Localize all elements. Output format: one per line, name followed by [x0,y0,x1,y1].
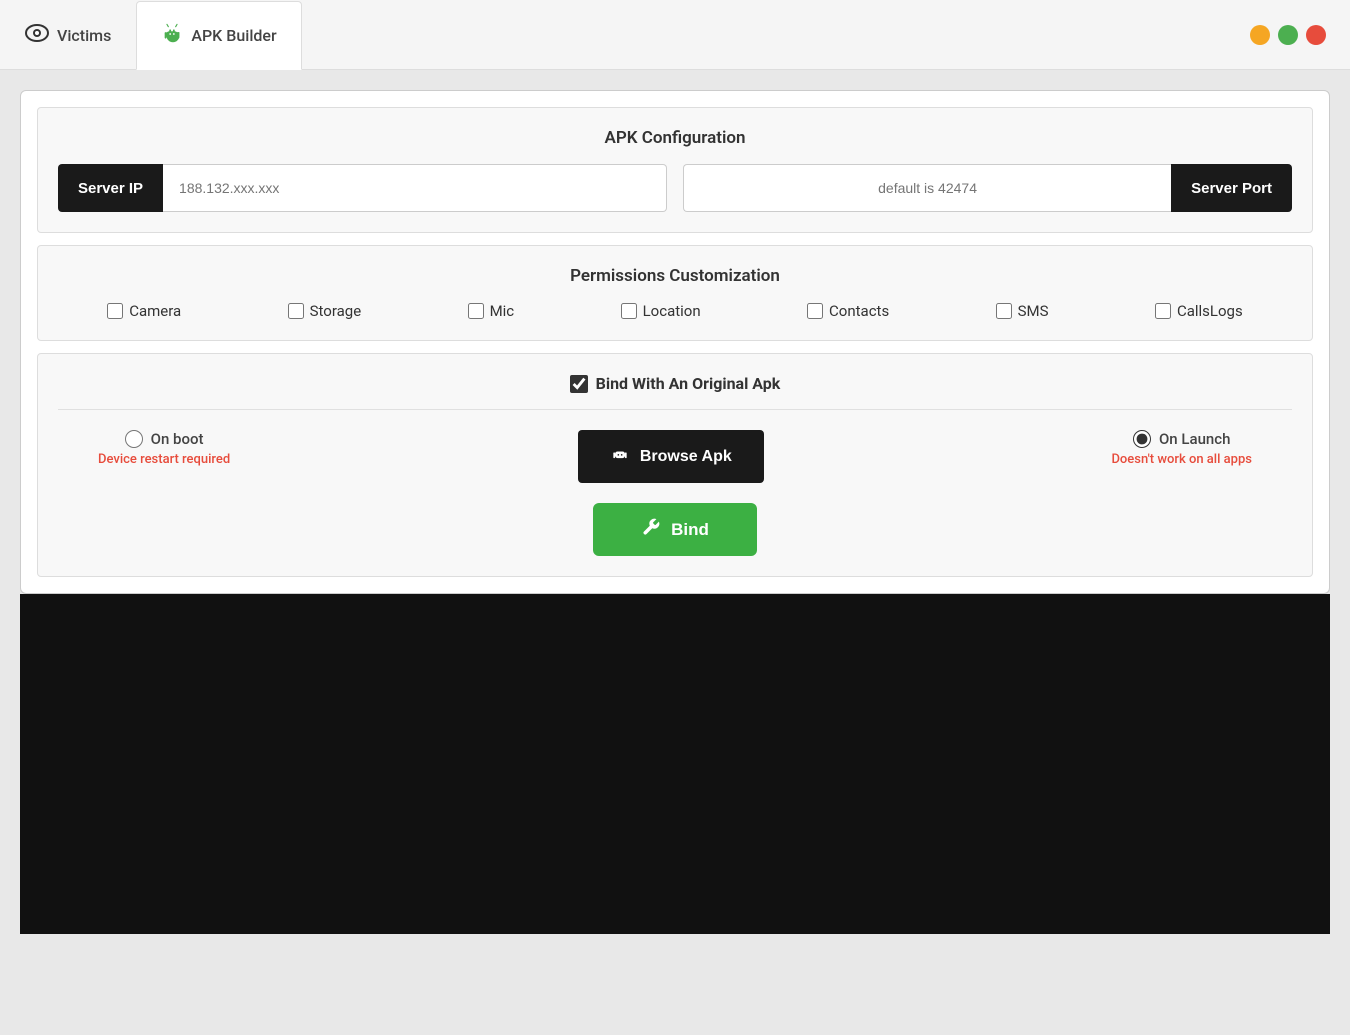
perm-storage[interactable]: Storage [288,302,362,320]
permissions-row: Camera Storage Mic Location Contacts [58,302,1292,320]
perm-camera[interactable]: Camera [107,302,181,320]
perm-callslogs[interactable]: CallsLogs [1155,302,1243,320]
on-launch-note: Doesn't work on all apps [1111,452,1252,467]
tab-apk-builder[interactable]: APK Builder [136,1,301,70]
bind-btn-label: Bind [671,520,709,540]
bind-options-row: On boot Device restart required [58,430,1292,483]
sms-checkbox[interactable] [996,303,1012,319]
mic-checkbox[interactable] [468,303,484,319]
contacts-checkbox[interactable] [807,303,823,319]
tab-apk-builder-label: APK Builder [191,26,276,45]
bind-title-text: Bind With An Original Apk [596,374,781,393]
bind-on-launch-option: On Launch Doesn't work on all apps [1111,430,1252,467]
maximize-button[interactable] [1278,25,1298,45]
server-ip-group: Server IP [58,164,667,212]
server-port-button[interactable]: Server Port [1171,164,1292,212]
bottom-terminal-area [20,594,1330,934]
storage-label: Storage [310,302,362,320]
browse-apk-button[interactable]: Browse Apk [578,430,764,483]
window-controls [1250,0,1350,69]
bind-btn-row: Bind [58,503,1292,556]
location-label: Location [643,302,701,320]
camera-checkbox[interactable] [107,303,123,319]
browse-android-icon [610,444,630,469]
on-boot-label: On boot [151,430,204,448]
location-checkbox[interactable] [621,303,637,319]
server-ip-button[interactable]: Server IP [58,164,163,212]
bind-checkbox[interactable] [570,375,588,393]
wrench-icon [641,517,661,542]
bind-on-boot-top: On boot [125,430,204,448]
contacts-label: Contacts [829,302,889,320]
server-ip-input[interactable] [163,164,667,212]
bind-on-boot-option: On boot Device restart required [98,430,230,467]
outer-card: APK Configuration Server IP Server Port … [20,90,1330,594]
minimize-button[interactable] [1250,25,1270,45]
android-icon [161,23,183,49]
on-boot-radio[interactable] [125,430,143,448]
apk-config-section: APK Configuration Server IP Server Port [37,107,1313,233]
bind-title-row: Bind With An Original Apk [58,374,1292,410]
on-launch-radio[interactable] [1133,430,1151,448]
mic-label: Mic [490,302,515,320]
permissions-section: Permissions Customization Camera Storage… [37,245,1313,341]
eye-icon [25,24,49,46]
bind-on-launch-top: On Launch [1133,430,1230,448]
on-boot-note: Device restart required [98,452,230,467]
bind-section: Bind With An Original Apk On boot Device… [37,353,1313,577]
storage-checkbox[interactable] [288,303,304,319]
tab-victims-label: Victims [57,26,111,45]
server-inputs-wrapper: Server IP Server Port [58,164,1292,212]
permissions-title: Permissions Customization [58,266,1292,286]
main-content: APK Configuration Server IP Server Port … [0,70,1350,1035]
perm-mic[interactable]: Mic [468,302,515,320]
perm-contacts[interactable]: Contacts [807,302,889,320]
callslogs-checkbox[interactable] [1155,303,1171,319]
perm-sms[interactable]: SMS [996,302,1049,320]
browse-apk-label: Browse Apk [640,448,732,466]
apk-config-title: APK Configuration [58,128,1292,148]
tab-victims[interactable]: Victims [0,0,136,69]
on-launch-label: On Launch [1159,430,1230,448]
camera-label: Camera [129,302,181,320]
server-port-group: Server Port [683,164,1292,212]
bind-button[interactable]: Bind [593,503,757,556]
perm-location[interactable]: Location [621,302,701,320]
close-button[interactable] [1306,25,1326,45]
server-port-input[interactable] [683,164,1171,212]
sms-label: SMS [1018,302,1049,320]
callslogs-label: CallsLogs [1177,302,1243,320]
top-bar: Victims APK Builder [0,0,1350,70]
